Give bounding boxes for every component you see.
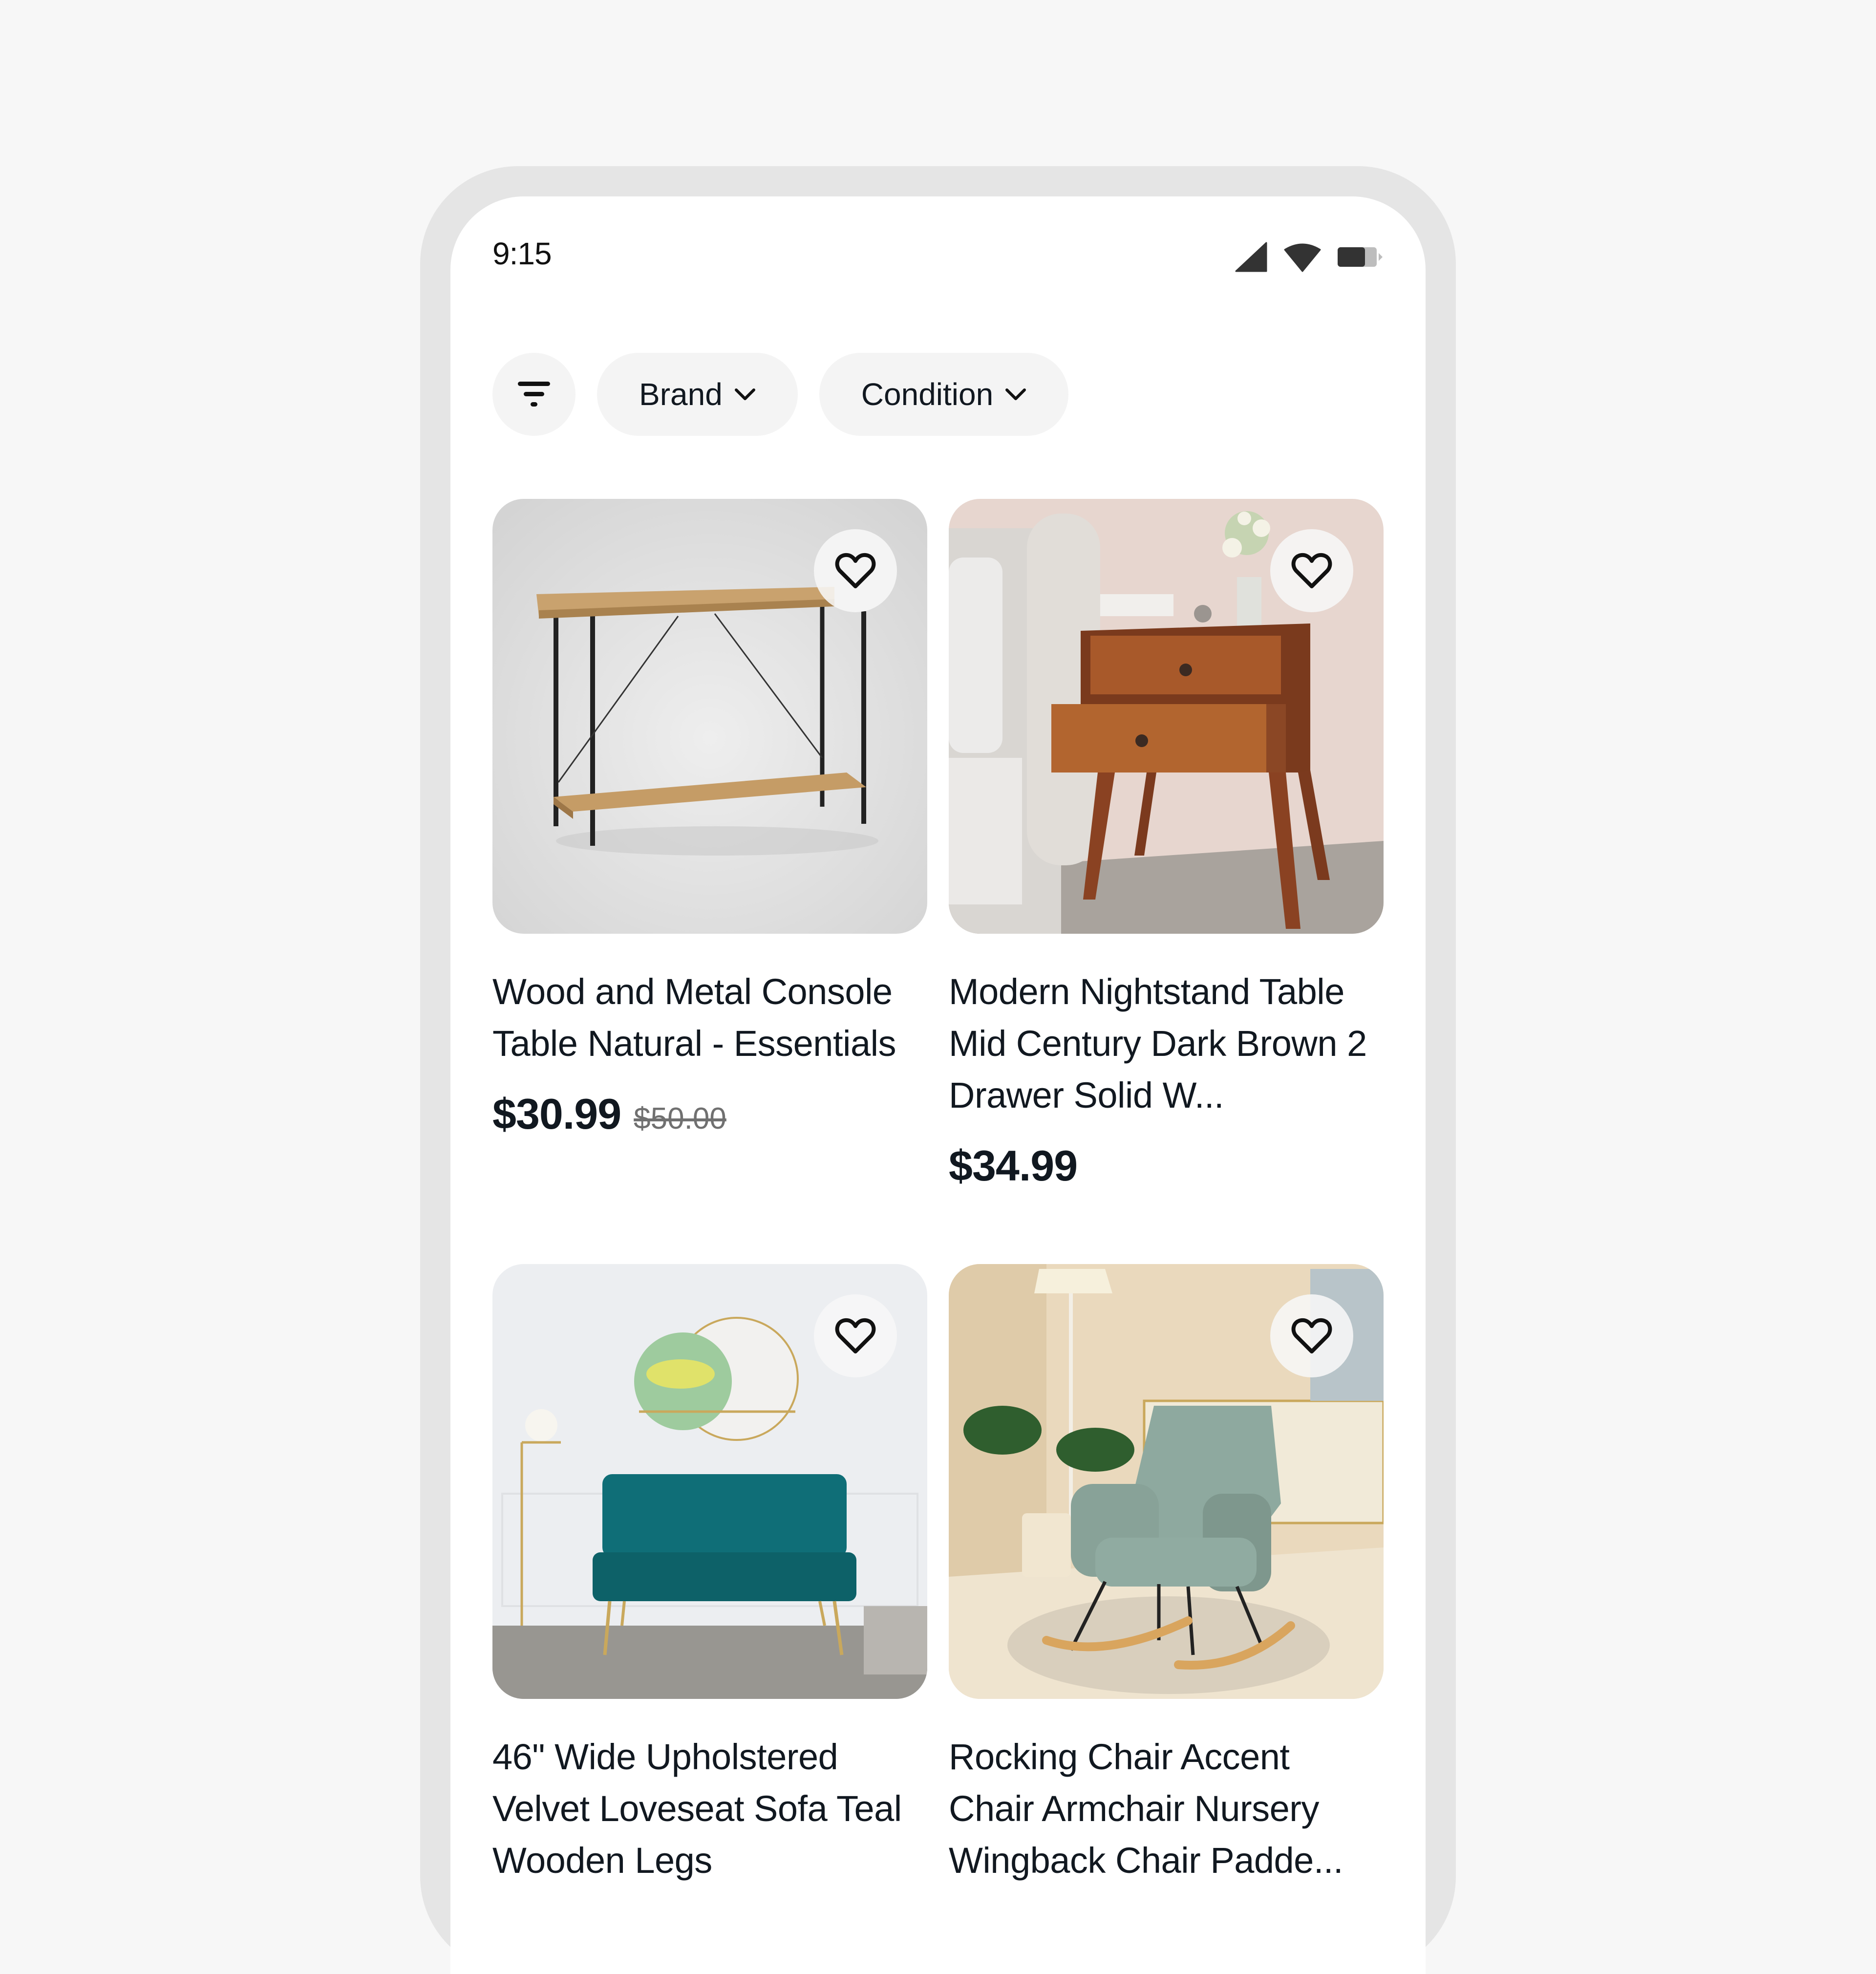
- product-title[interactable]: 46" Wide Upholstered Velvet Loveseat Sof…: [492, 1731, 927, 1887]
- product-title[interactable]: Wood and Metal Console Table Natural - E…: [492, 966, 927, 1070]
- loveseat-image[interactable]: [492, 1264, 927, 1699]
- heart-outline-icon: [835, 1318, 876, 1353]
- product-title[interactable]: Rocking Chair Accent Chair Armchair Nurs…: [949, 1731, 1384, 1887]
- chevron-down-icon: [1005, 388, 1026, 400]
- product-price: $34.99: [949, 1141, 1078, 1190]
- wifi-icon: [1284, 243, 1321, 272]
- chevron-down-icon: [734, 388, 755, 400]
- original-price: $50.00: [634, 1102, 726, 1136]
- nightstand-image[interactable]: [949, 499, 1384, 934]
- filter-icon: [518, 382, 550, 407]
- condition-chip-label: Condition: [861, 377, 994, 412]
- cellular-signal-icon: [1235, 242, 1267, 272]
- filter-chips: Brand Condition: [492, 353, 1069, 436]
- condition-filter-chip[interactable]: Condition: [819, 353, 1069, 436]
- heart-outline-icon: [1291, 1318, 1332, 1353]
- brand-chip-label: Brand: [639, 377, 723, 412]
- filter-button[interactable]: [492, 353, 576, 436]
- product-grid: Wood and Metal Console Table Natural - E…: [492, 499, 1384, 1887]
- heart-outline-icon: [835, 553, 876, 588]
- product-title[interactable]: Modern Nightstand Table Mid Century Dark…: [949, 966, 1384, 1121]
- battery-icon: [1338, 247, 1383, 267]
- favorite-button[interactable]: [814, 529, 897, 612]
- favorite-button[interactable]: [1270, 529, 1353, 612]
- heart-outline-icon: [1291, 553, 1332, 588]
- brand-filter-chip[interactable]: Brand: [597, 353, 798, 436]
- phone-frame: 9:15 Brand Condition Wood and Metal Cons…: [420, 166, 1456, 1974]
- product-price: $30.99: [492, 1090, 621, 1138]
- favorite-button[interactable]: [1270, 1294, 1353, 1377]
- app-screen: 9:15 Brand Condition Wood and Metal Cons…: [450, 196, 1426, 1974]
- product-card[interactable]: 46" Wide Upholstered Velvet Loveseat Sof…: [492, 1264, 927, 1887]
- favorite-button[interactable]: [814, 1294, 897, 1377]
- product-card[interactable]: Rocking Chair Accent Chair Armchair Nurs…: [949, 1264, 1384, 1887]
- rocking-chair-image[interactable]: [949, 1264, 1384, 1699]
- price-row: $34.99: [949, 1141, 1384, 1191]
- status-icons: [1234, 241, 1384, 273]
- product-card[interactable]: Modern Nightstand Table Mid Century Dark…: [949, 499, 1384, 1191]
- product-card[interactable]: Wood and Metal Console Table Natural - E…: [492, 499, 927, 1191]
- price-row: $30.99 $50.00: [492, 1089, 927, 1139]
- status-time: 9:15: [492, 236, 552, 271]
- battery-fill: [1338, 247, 1365, 267]
- console-table-image[interactable]: [492, 499, 927, 934]
